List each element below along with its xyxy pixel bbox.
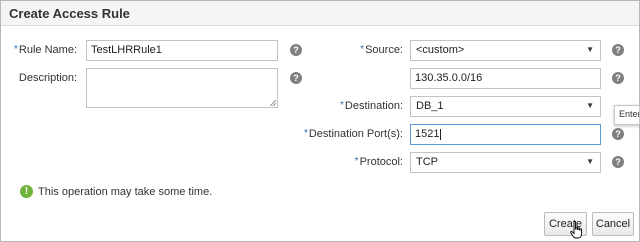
description-label: Description: — [18, 72, 77, 84]
exclamation-icon: ! — [20, 185, 33, 198]
destination-ports-label: *Destination Port(s): — [303, 128, 403, 140]
dialog-titlebar: Create Access Rule — [1, 1, 639, 26]
source-label: *Source: — [360, 44, 403, 56]
rule-name-input[interactable]: TestLHRRule1 — [86, 40, 278, 61]
input-tooltip: Enter — [614, 105, 640, 125]
required-marker: * — [303, 128, 308, 139]
rule-name-help-icon[interactable]: ? — [290, 44, 302, 56]
hand-cursor-icon — [570, 221, 582, 239]
destination-ports-input[interactable]: 1521 — [410, 124, 601, 145]
protocol-select[interactable]: TCP ▼ — [410, 152, 601, 173]
destination-label: *Destination: — [340, 100, 403, 112]
required-marker: * — [354, 156, 359, 167]
required-marker: * — [340, 100, 344, 111]
description-textarea[interactable] — [86, 68, 278, 108]
protocol-label: *Protocol: — [354, 156, 403, 168]
destination-select[interactable]: DB_1 ▼ — [410, 96, 601, 117]
protocol-help-icon[interactable]: ? — [612, 156, 624, 168]
source-custom-ip-input[interactable]: 130.35.0.0/16 — [410, 68, 601, 89]
dialog-title: Create Access Rule — [9, 6, 130, 21]
destination-ports-help-icon[interactable]: ? — [612, 128, 624, 140]
operation-notice: ! This operation may take some time. — [20, 185, 212, 198]
text-caret — [440, 128, 442, 140]
source-custom-help-icon[interactable]: ? — [612, 72, 624, 84]
description-help-icon[interactable]: ? — [290, 72, 302, 84]
resize-grip-icon[interactable] — [270, 100, 276, 106]
required-marker: * — [14, 44, 18, 55]
dropdown-arrow-icon: ▼ — [586, 157, 594, 166]
dropdown-arrow-icon: ▼ — [586, 45, 594, 54]
source-select[interactable]: <custom> ▼ — [410, 40, 601, 61]
notice-text: This operation may take some time. — [38, 185, 213, 198]
source-help-icon[interactable]: ? — [612, 44, 624, 56]
cancel-button[interactable]: Cancel — [592, 212, 634, 236]
create-access-rule-dialog: Create Access Rule *Rule Name: TestLHRRu… — [0, 0, 640, 242]
dropdown-arrow-icon: ▼ — [586, 101, 594, 110]
rule-name-label: *Rule Name: — [14, 44, 77, 56]
required-marker: * — [360, 44, 365, 55]
